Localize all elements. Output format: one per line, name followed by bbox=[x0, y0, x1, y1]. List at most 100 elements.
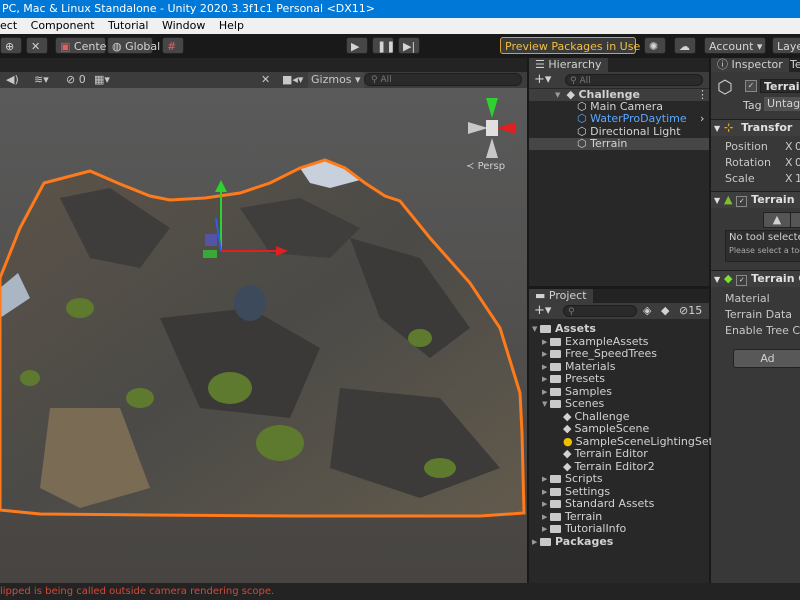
hierarchy-search-placeholder: All bbox=[579, 76, 591, 86]
project-folder-scenes[interactable]: ▼ Scenes bbox=[542, 398, 604, 410]
rotation-x-value[interactable]: 0 bbox=[795, 156, 800, 169]
scene-file-icon: ◆ bbox=[563, 422, 572, 435]
step-button[interactable]: ▶| bbox=[398, 37, 420, 54]
project-folder-item[interactable]: ▶ Scripts bbox=[542, 473, 603, 485]
hierarchy-item-terrain[interactable]: ⬡ Terrain bbox=[529, 138, 709, 150]
project-scene-file[interactable]: ◆ Terrain Editor bbox=[563, 448, 648, 460]
pivot-space-button[interactable]: ◍ Global bbox=[107, 37, 160, 54]
active-checkbox[interactable]: ✓ bbox=[745, 80, 757, 92]
hidden-objects-toggle[interactable]: ⊘ 0 bbox=[66, 72, 86, 88]
account-dropdown[interactable]: Account ▾ bbox=[704, 37, 766, 54]
grid-snap-button[interactable]: # bbox=[162, 37, 184, 54]
layers-dropdown[interactable]: Laye bbox=[772, 37, 800, 54]
more-options-icon[interactable]: ⋮ bbox=[697, 89, 708, 101]
hierarchy-search-input[interactable]: ⚲ All bbox=[565, 74, 703, 86]
project-create-button[interactable]: +▾ bbox=[534, 303, 551, 319]
filter-label-icon[interactable]: ◆ bbox=[661, 304, 669, 317]
please-select-text: Please select a tool bbox=[729, 246, 800, 255]
collab-button[interactable]: ☁ bbox=[674, 37, 696, 54]
pivot-icon: ▣ bbox=[60, 40, 71, 53]
project-assets-root[interactable]: ▼ Assets bbox=[532, 323, 596, 335]
transform-header[interactable]: ▼ ⊹ Transfor bbox=[711, 119, 800, 136]
object-name: Terrain bbox=[764, 80, 800, 93]
gizmo-center-cube[interactable] bbox=[486, 120, 498, 136]
shading-mode-button[interactable]: ◀) bbox=[6, 72, 19, 88]
effects-button[interactable]: ≋▾ bbox=[34, 72, 49, 88]
projection-label: Persp bbox=[477, 161, 506, 172]
gizmo-x-label: x bbox=[512, 125, 518, 135]
xz-plane-handle[interactable] bbox=[203, 250, 217, 258]
paint-terrain-tool-button[interactable] bbox=[790, 212, 800, 228]
folder-icon bbox=[550, 488, 561, 496]
terrain-collider-header[interactable]: ▼ ◆ ✓ Terrain C bbox=[711, 270, 800, 287]
orientation-gizmo[interactable]: x bbox=[462, 98, 522, 160]
menu-item-project[interactable]: ect bbox=[0, 18, 17, 34]
scene-view-toolbar: ◀) ≋▾ ⊘ 0 ▦▾ ✕ ■◂▾ Gizmos ▾ ⚲ All bbox=[0, 72, 527, 89]
gizmo-neg-y-cone[interactable] bbox=[486, 138, 498, 158]
project-folder-item[interactable]: ▶ Standard Assets bbox=[542, 498, 654, 510]
gizmos-dropdown[interactable]: Gizmos ▾ bbox=[308, 72, 364, 88]
play-button[interactable]: ▶ bbox=[346, 37, 368, 54]
persp-arrow-icon: ≺ bbox=[466, 161, 475, 172]
projection-toggle[interactable]: ≺ Persp bbox=[466, 161, 505, 172]
project-search-input[interactable]: ⚲ bbox=[563, 305, 637, 317]
pivot-mode-button[interactable]: ▣ Center bbox=[55, 37, 111, 54]
menu-item-tutorial[interactable]: Tutorial bbox=[108, 18, 148, 34]
project-packages-root[interactable]: ▶ Packages bbox=[532, 536, 613, 548]
expand-arrow-icon: ▼ bbox=[555, 91, 561, 99]
pause-button[interactable]: ❚❚ bbox=[372, 37, 396, 54]
project-scene-file[interactable]: ◆ SampleScene bbox=[563, 423, 649, 435]
object-name-field[interactable]: Terrain bbox=[760, 79, 800, 93]
menu-item-help[interactable]: Help bbox=[219, 18, 244, 34]
scale-x-value[interactable]: 1 bbox=[795, 172, 800, 185]
tag-dropdown[interactable]: Untagg bbox=[764, 97, 800, 111]
add-component-button[interactable]: Ad bbox=[733, 349, 800, 368]
menu-item-window[interactable]: Window bbox=[162, 18, 205, 34]
gizmo-neg-x-cone[interactable] bbox=[468, 122, 488, 134]
prefab-open-arrow[interactable]: › bbox=[700, 113, 704, 125]
tab-second[interactable]: Te bbox=[790, 58, 800, 72]
component-enabled-checkbox[interactable]: ✓ bbox=[736, 196, 748, 207]
custom-tool-button[interactable]: ✕ bbox=[26, 37, 48, 54]
folder-icon bbox=[550, 525, 561, 533]
camera-settings-button[interactable]: ■◂▾ bbox=[282, 72, 303, 88]
tab-project[interactable]: ▬ Project bbox=[529, 289, 593, 303]
collapse-arrow-icon: ▶ bbox=[542, 363, 548, 371]
services-button[interactable]: ✺ bbox=[644, 37, 666, 54]
component-enabled-checkbox[interactable]: ✓ bbox=[736, 275, 748, 286]
console-status-bar[interactable]: lipped is being called outside camera re… bbox=[0, 583, 800, 600]
filter-type-icon[interactable]: ◈ bbox=[643, 304, 651, 317]
tools-overlay-button[interactable]: ✕ bbox=[261, 72, 270, 88]
pause-icon: ❚❚ bbox=[377, 40, 396, 53]
terrain-component-header[interactable]: ▼ ▲ ✓ Terrain bbox=[711, 191, 800, 208]
folder-label: Standard Assets bbox=[565, 497, 655, 510]
cloud-icon: ☁ bbox=[679, 40, 690, 53]
menu-item-component[interactable]: Component bbox=[31, 18, 95, 34]
folder-label: Free_SpeedTrees bbox=[565, 347, 657, 360]
hierarchy-item-label: WaterProDaytime bbox=[590, 112, 687, 125]
terrain-viewport[interactable] bbox=[0, 88, 527, 583]
terrain-collider-label: Terrain C bbox=[751, 272, 800, 285]
yz-plane-handle[interactable] bbox=[205, 234, 217, 246]
grid-toggle[interactable]: ▦▾ bbox=[94, 72, 110, 88]
scene-search-input[interactable]: ⚲ All bbox=[364, 73, 522, 86]
project-folder-item[interactable]: ▶ TutorialInfo bbox=[542, 523, 626, 535]
hidden-packages-toggle[interactable]: ⊘15 bbox=[679, 304, 702, 317]
project-folder-item[interactable]: ▶ Presets bbox=[542, 373, 605, 385]
preview-packages-label: Preview Packages in Use bbox=[505, 40, 641, 53]
create-button[interactable]: +▾ bbox=[534, 72, 551, 88]
hierarchy-item-water[interactable]: ⬡ WaterProDaytime bbox=[577, 113, 687, 125]
project-folder-item[interactable]: ▶ Free_SpeedTrees bbox=[542, 348, 657, 360]
raise-terrain-tool-button[interactable]: ▲ bbox=[763, 212, 791, 228]
transform-tool-button[interactable]: ⊕ bbox=[0, 37, 22, 54]
grid-icon: ▦▾ bbox=[94, 73, 110, 86]
gizmo-y-cone[interactable] bbox=[486, 98, 498, 118]
position-x-value[interactable]: 0 bbox=[795, 140, 800, 153]
hidden-eye-icon: ⊘ bbox=[679, 304, 689, 317]
scene-icon: ◆ bbox=[566, 88, 575, 101]
no-tool-text: No tool selected bbox=[729, 232, 800, 243]
tab-inspector[interactable]: ⓘ Inspector bbox=[711, 58, 789, 72]
preview-packages-button[interactable]: Preview Packages in Use ▾ bbox=[500, 37, 649, 54]
tab-hierarchy[interactable]: ☰ Hierarchy bbox=[529, 58, 608, 72]
main-toolbar: ⊕ ✕ ▣ Center ◍ Global # ▶ ❚❚ ▶| Preview … bbox=[0, 34, 800, 58]
